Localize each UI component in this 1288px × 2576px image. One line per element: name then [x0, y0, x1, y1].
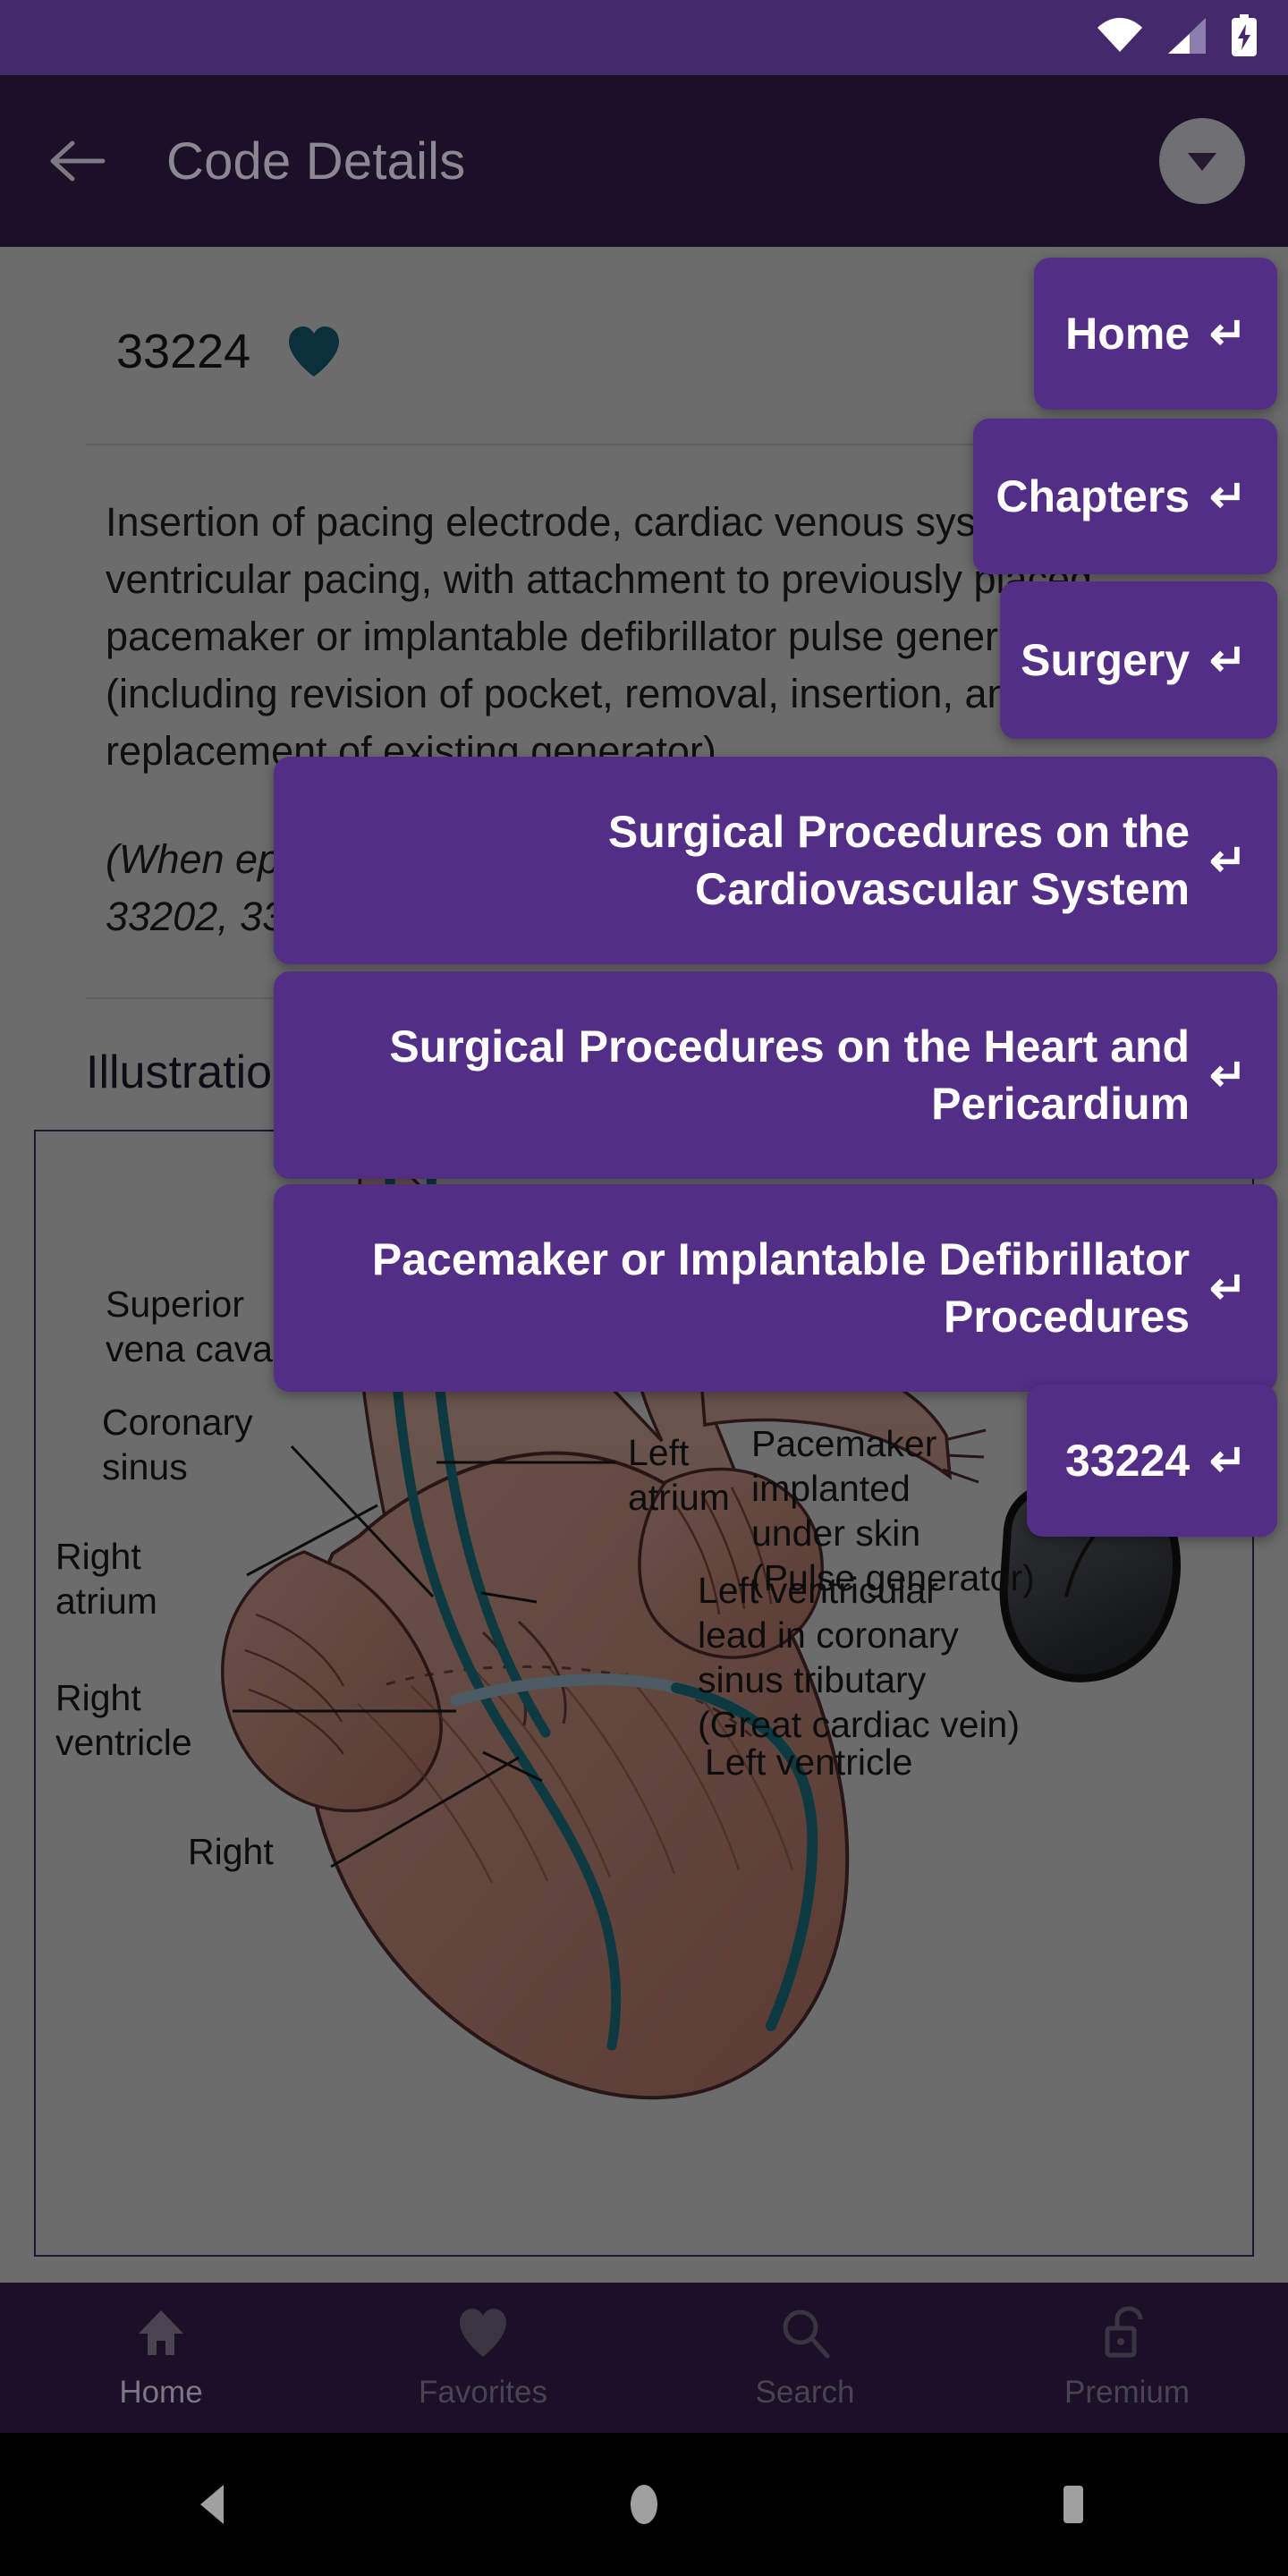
unlock-icon [1105, 2306, 1143, 2358]
app-bar: Code Details [0, 75, 1288, 247]
return-arrow-icon: ↵ [1209, 1263, 1247, 1313]
breadcrumb-chip-code-33224[interactable]: 33224 ↵ [1027, 1385, 1277, 1537]
nav-label-search: Search [755, 2375, 855, 2410]
system-recents-button[interactable] [1020, 2451, 1127, 2558]
system-back-button[interactable] [161, 2451, 268, 2558]
chevron-down-icon [1188, 153, 1216, 171]
illustration-label-left-ventricle: Left ventricle [705, 1741, 913, 1784]
return-arrow-icon: ↵ [1209, 309, 1247, 359]
nav-item-search[interactable]: Search [644, 2305, 966, 2411]
battery-charging-icon [1231, 13, 1258, 62]
dropdown-button[interactable] [1159, 118, 1245, 204]
illustration-label-left-atrium: Left atrium [628, 1432, 730, 1519]
return-arrow-icon: ↵ [1209, 1436, 1247, 1486]
breadcrumb-chip-heart-pericardium[interactable]: Surgical Procedures on the Heart and Per… [274, 971, 1277, 1179]
nav-item-favorites[interactable]: Favorites [322, 2305, 644, 2411]
nav-item-home[interactable]: Home [0, 2305, 322, 2411]
cell-signal-icon [1166, 17, 1208, 58]
system-recents-icon [1063, 2486, 1083, 2523]
breadcrumb-chip-cardiovascular-system[interactable]: Surgical Procedures on the Cardiovascula… [274, 757, 1277, 964]
nav-label-premium: Premium [1063, 2375, 1191, 2410]
wifi-icon [1097, 17, 1143, 58]
bottom-navigation: Home Favorites Search Premium [0, 2283, 1288, 2433]
system-home-button[interactable] [590, 2451, 698, 2558]
search-icon [783, 2309, 830, 2359]
android-system-nav [0, 2433, 1288, 2576]
back-arrow-icon [50, 140, 106, 182]
system-home-icon [631, 2485, 657, 2524]
page-title: Code Details [166, 131, 466, 191]
illustration-label-coronary-sinus: Coronary sinus [102, 1402, 253, 1488]
nav-label-home: Home [119, 2375, 203, 2410]
heart-filled-icon [289, 326, 340, 377]
breadcrumb-chip-chapters[interactable]: Chapters ↵ [973, 419, 1277, 574]
code-number: 33224 [116, 325, 251, 378]
back-button[interactable] [39, 123, 116, 199]
illustration-label-right-cut: Right [188, 1831, 274, 1873]
breadcrumb-chip-home[interactable]: Home ↵ [1034, 258, 1277, 410]
nav-label-favorites: Favorites [419, 2375, 547, 2410]
status-bar [0, 0, 1288, 75]
return-arrow-icon: ↵ [1209, 471, 1247, 521]
favorite-toggle[interactable] [286, 325, 342, 378]
illustration-label-right-atrium: Right atrium [55, 1536, 157, 1623]
home-icon [139, 2310, 183, 2355]
phone-screen: Code Details 33224 Insertion of pacing e… [0, 0, 1288, 2576]
system-back-icon [200, 2485, 224, 2524]
illustration-label-right-ventricle: Right ventricle [55, 1677, 192, 1764]
breadcrumb-chip-pacemaker-procedures[interactable]: Pacemaker or Implantable Defibrillator P… [274, 1184, 1277, 1392]
return-arrow-icon: ↵ [1209, 1050, 1247, 1100]
illustration-label-lv-lead: Left ventricular lead in coronary sinus tr… [698, 1570, 1021, 1746]
nav-item-premium[interactable]: Premium [966, 2305, 1288, 2411]
illustration-label-svc: Superior vena cava [106, 1284, 273, 1370]
return-arrow-icon: ↵ [1209, 635, 1247, 685]
heart-icon [460, 2309, 506, 2357]
return-arrow-icon: ↵ [1209, 835, 1247, 886]
breadcrumb-chip-surgery[interactable]: Surgery ↵ [1000, 581, 1277, 739]
